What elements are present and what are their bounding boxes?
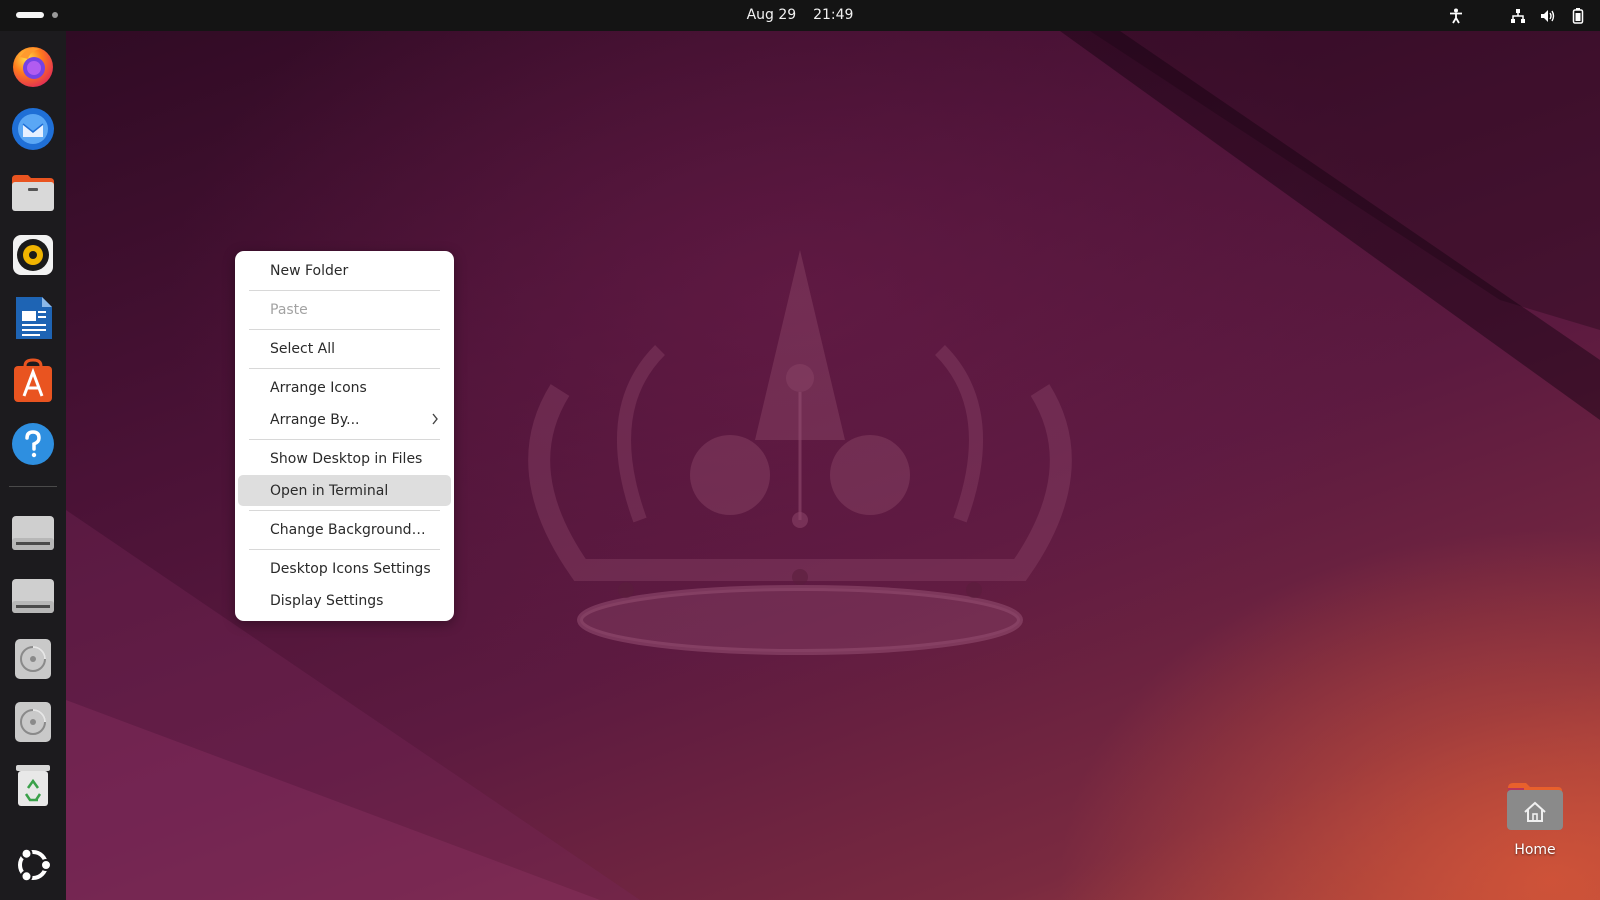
help-icon[interactable] [9,420,57,468]
app-center-icon[interactable] [9,357,57,405]
menu-item-arrange-by[interactable]: Arrange By... [238,404,451,435]
menu-item-label: Open in Terminal [270,482,389,499]
crown-watermark [528,250,1072,655]
menu-item-new-folder[interactable]: New Folder [238,255,451,286]
menu-item-label: Arrange By... [270,411,360,428]
drive-icon[interactable] [9,509,57,557]
menu-item-open-in-terminal[interactable]: Open in Terminal [238,475,451,506]
workspace-indicator-active [16,12,44,18]
dock [0,31,66,900]
accessibility-icon[interactable] [1448,8,1464,24]
menu-separator [249,368,440,369]
files-icon[interactable] [9,168,57,216]
clock-time: 21:49 [813,7,854,23]
menu-separator [249,329,440,330]
menu-item-arrange-icons[interactable]: Arrange Icons [238,372,451,403]
menu-item-change-background[interactable]: Change Background… [238,514,451,545]
menu-item-label: Display Settings [270,592,384,609]
menu-item-label: Show Desktop in Files [270,450,423,467]
menu-separator [249,290,440,291]
desktop-icon-label: Home [1514,842,1556,858]
desktop-context-menu: New Folder Paste Select All Arrange Icon… [235,251,454,621]
clock-button[interactable]: Aug 29 21:49 [739,7,862,23]
libreoffice-writer-icon[interactable] [9,294,57,342]
menu-separator [249,549,440,550]
dock-separator [9,486,57,487]
thunderbird-icon[interactable] [9,105,57,153]
menu-item-label: Paste [270,301,308,318]
system-tray[interactable] [1448,0,1586,31]
ubuntu-show-apps-icon[interactable] [9,841,57,889]
menu-item-label: Arrange Icons [270,379,367,396]
trash-icon[interactable] [9,761,57,809]
top-bar: Aug 29 21:49 [0,0,1600,31]
menu-separator [249,439,440,440]
menu-item-select-all[interactable]: Select All [238,333,451,364]
clock-date: Aug 29 [746,7,797,23]
chevron-right-icon [431,412,439,430]
optical-disc-icon[interactable] [9,698,57,746]
optical-disc-icon[interactable] [9,635,57,683]
drive-icon[interactable] [9,572,57,620]
menu-separator [249,510,440,511]
menu-item-label: Desktop Icons Settings [270,560,431,577]
home-folder-icon [1507,783,1563,830]
menu-item-desktop-icons-settings[interactable]: Desktop Icons Settings [238,553,451,584]
battery-icon[interactable] [1570,7,1586,24]
menu-item-label: Select All [270,340,335,357]
workspace-indicator [52,12,58,18]
menu-item-label: Change Background… [270,521,426,538]
menu-item-label: New Folder [270,262,349,279]
activities-button[interactable] [16,12,58,18]
firefox-icon[interactable] [9,42,57,90]
menu-item-show-desktop-in-files[interactable]: Show Desktop in Files [238,443,451,474]
menu-item-display-settings[interactable]: Display Settings [238,585,451,616]
rhythmbox-icon[interactable] [9,231,57,279]
desktop-icon-home[interactable]: Home [1495,780,1575,858]
volume-icon[interactable] [1540,8,1556,24]
menu-item-paste: Paste [238,294,451,325]
network-icon[interactable] [1510,8,1526,24]
clock: Aug 29 21:49 [0,0,1600,31]
